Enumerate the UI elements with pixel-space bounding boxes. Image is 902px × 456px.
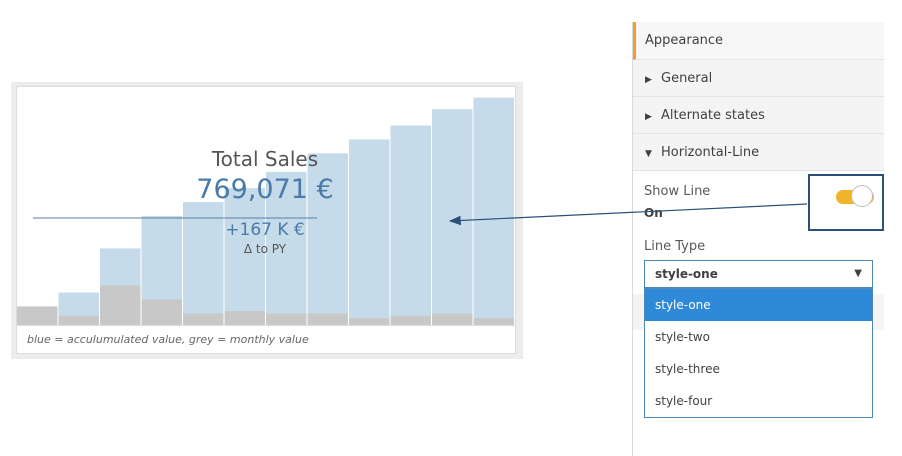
monthly-bar[interactable] xyxy=(473,318,515,325)
monthly-bar[interactable] xyxy=(432,313,473,325)
show-line-toggle-highlight xyxy=(808,174,884,231)
kpi-value: 769,071 € xyxy=(196,174,334,205)
section-general-label: General xyxy=(661,71,713,86)
section-horizontal-line[interactable]: ▼ Horizontal-Line xyxy=(633,134,884,171)
triangle-right-icon: ▶ xyxy=(645,75,652,85)
monthly-bar[interactable] xyxy=(307,313,349,325)
section-hline-label: Horizontal-Line xyxy=(661,145,760,160)
show-line-label: Show Line xyxy=(644,184,711,199)
properties-panel: Appearance ▶ General ▶ Alternate states ▼ H… xyxy=(632,22,884,456)
accumulated-bar[interactable] xyxy=(390,125,432,325)
kpi-block: Total Sales 769,071 € +167 K € Δ to PY xyxy=(165,147,365,257)
monthly-bar[interactable] xyxy=(17,306,58,325)
monthly-bar[interactable] xyxy=(224,311,266,325)
section-alternate-states[interactable]: ▶ Alternate states xyxy=(633,97,884,134)
panel-header-appearance[interactable]: Appearance xyxy=(633,22,884,60)
monthly-bar[interactable] xyxy=(183,313,224,325)
dropdown-option-style-three[interactable]: style-three xyxy=(645,353,872,385)
accumulated-bar[interactable] xyxy=(473,97,515,325)
chart-footnote: blue = acculumulated value, grey = month… xyxy=(17,325,515,353)
dropdown-option-style-two[interactable]: style-two xyxy=(645,321,872,353)
monthly-bar[interactable] xyxy=(266,313,307,325)
kpi-title: Total Sales xyxy=(211,147,319,171)
kpi-delta-label: Δ to PY xyxy=(243,242,287,256)
dropdown-option-style-one[interactable]: style-one xyxy=(645,289,872,321)
monthly-bar[interactable] xyxy=(390,315,432,325)
line-type-label: Line Type xyxy=(644,239,706,254)
line-type-dropdown: style-one style-two style-three style-fo… xyxy=(644,288,873,418)
dropdown-option-style-four[interactable]: style-four xyxy=(645,385,872,417)
line-type-select[interactable]: style-one ▼ xyxy=(644,260,873,288)
section-general[interactable]: ▶ General xyxy=(633,60,884,97)
kpi-chart-card[interactable]: Total Sales 769,071 € +167 K € Δ to PY b… xyxy=(16,86,516,354)
toggle-knob[interactable] xyxy=(851,185,873,207)
accumulated-bar[interactable] xyxy=(432,109,473,325)
show-line-toggle[interactable] xyxy=(836,185,874,207)
kpi-delta: +167 K € xyxy=(225,220,305,240)
triangle-right-icon: ▶ xyxy=(645,112,652,122)
monthly-bar[interactable] xyxy=(141,299,183,325)
monthly-bar[interactable] xyxy=(58,315,100,325)
section-alternate-label: Alternate states xyxy=(661,108,765,123)
show-line-value: On xyxy=(644,206,663,220)
line-type-selected-value: style-one xyxy=(655,267,718,281)
triangle-down-icon: ▼ xyxy=(645,149,652,159)
monthly-bar[interactable] xyxy=(100,285,141,325)
monthly-bar[interactable] xyxy=(349,318,390,325)
caret-down-icon: ▼ xyxy=(854,268,862,279)
